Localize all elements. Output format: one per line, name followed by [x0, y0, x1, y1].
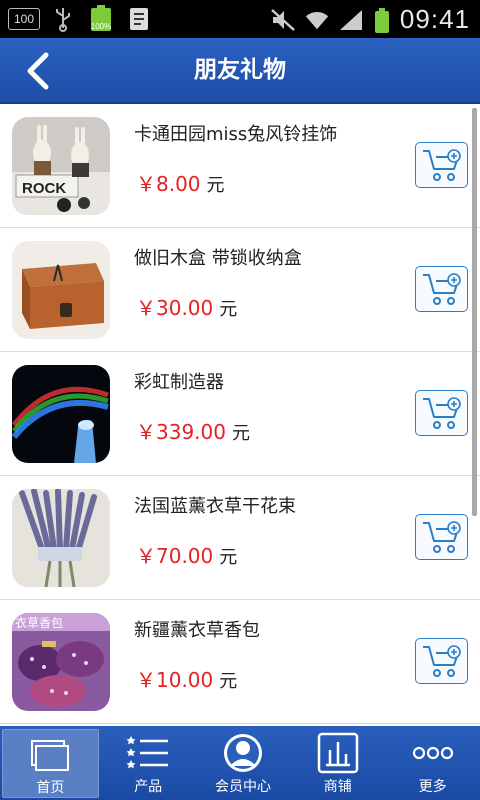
list-item[interactable]: ROCK 卡通田园miss兔风铃挂饰 ￥8.00 元 [0, 104, 480, 228]
add-to-cart-icon [422, 397, 461, 429]
nav-label: 产品 [134, 779, 163, 795]
price-unit: 元 [219, 547, 238, 568]
nav-label: 会员中心 [214, 779, 271, 795]
product-thumbnail-lavender-sachet[interactable]: 衣草香包 [12, 613, 110, 711]
member-avatar-icon [221, 732, 265, 774]
price-unit: 元 [219, 671, 238, 692]
nav-label: 首页 [36, 780, 65, 796]
battery-level-text: 100% [91, 22, 111, 31]
usb-icon [50, 6, 76, 32]
nav-item-shop[interactable]: 商铺 [290, 726, 385, 800]
title-bar: 朋友礼物 [0, 38, 480, 104]
price-value: ￥339.00 [136, 420, 226, 444]
bottom-nav: 首页 产品 会员中心 商铺 更多 [0, 726, 480, 800]
product-thumbnail-rainbow[interactable] [12, 365, 110, 463]
notification-app-icon [126, 6, 152, 32]
add-to-cart-icon [422, 521, 461, 553]
price-unit: 元 [219, 299, 238, 320]
add-to-cart-button[interactable] [415, 390, 468, 436]
price-unit: 元 [206, 175, 225, 196]
mute-icon [270, 7, 296, 33]
signal-icon [338, 7, 364, 33]
battery-percent-box: 100 [8, 8, 40, 30]
list-item[interactable]: 法国蓝薰衣草干花束 ￥70.00 元 [0, 476, 480, 600]
status-bar: 100 100% 09:41 [0, 0, 480, 38]
battery-full-icon [372, 7, 392, 33]
nav-item-member-center[interactable]: 会员中心 [196, 726, 291, 800]
nav-label: 更多 [418, 779, 447, 795]
product-name[interactable]: 法国蓝薰衣草干花束 [134, 492, 296, 518]
sachet-label-text: 衣草香包 [15, 615, 63, 630]
add-to-cart-button[interactable] [415, 142, 468, 188]
star-list-icon [126, 732, 170, 774]
shop-chart-icon [316, 732, 360, 774]
product-thumbnail-bunny[interactable]: ROCK [12, 117, 110, 215]
price-value: ￥8.00 [136, 172, 201, 196]
battery-percent-text: 100 [13, 12, 35, 26]
product-price: ￥30.00 元 [136, 292, 237, 321]
nav-item-more[interactable]: 更多 [385, 726, 480, 800]
price-value: ￥30.00 [136, 296, 214, 320]
product-price: ￥339.00 元 [136, 416, 250, 445]
add-to-cart-button[interactable] [415, 514, 468, 560]
add-to-cart-button[interactable] [415, 266, 468, 312]
price-value: ￥10.00 [136, 668, 214, 692]
product-price: ￥8.00 元 [136, 168, 225, 197]
list-item[interactable]: 衣草香包 新疆薰衣草香包 ￥10.00 元 [0, 600, 480, 724]
product-price: ￥70.00 元 [136, 540, 237, 569]
add-to-cart-icon [422, 273, 461, 305]
product-list[interactable]: ROCK 卡通田园miss兔风铃挂饰 ￥8.00 元 做旧木盒 带锁收纳盒 ￥3… [0, 104, 480, 726]
clock: 09:41 [399, 4, 470, 34]
price-unit: 元 [231, 423, 250, 444]
home-windows-icon [28, 736, 72, 775]
product-name[interactable]: 彩虹制造器 [134, 368, 224, 394]
add-to-cart-icon [422, 645, 461, 677]
nav-label: 商铺 [323, 779, 352, 795]
nav-item-products[interactable]: 产品 [101, 726, 196, 800]
battery-icon: 100% [86, 5, 116, 32]
product-thumbnail-wooden-box[interactable] [12, 241, 110, 339]
more-dots-icon [411, 732, 455, 774]
rock-sign-text: ROCK [22, 180, 66, 197]
page-title: 朋友礼物 [194, 57, 286, 83]
product-thumbnail-lavender-bouquet[interactable] [12, 489, 110, 587]
product-name[interactable]: 做旧木盒 带锁收纳盒 [134, 244, 302, 270]
list-item[interactable]: 做旧木盒 带锁收纳盒 ￥30.00 元 [0, 228, 480, 352]
nav-item-home[interactable]: 首页 [2, 729, 99, 798]
list-item[interactable]: 彩虹制造器 ￥339.00 元 [0, 352, 480, 476]
price-value: ￥70.00 [136, 544, 214, 568]
add-to-cart-icon [422, 149, 461, 181]
product-name[interactable]: 卡通田园miss兔风铃挂饰 [134, 120, 337, 146]
product-price: ￥10.00 元 [136, 664, 237, 693]
add-to-cart-button[interactable] [415, 638, 468, 684]
wifi-icon [304, 7, 330, 33]
product-name[interactable]: 新疆薰衣草香包 [134, 616, 260, 642]
scrollbar[interactable] [472, 108, 477, 516]
